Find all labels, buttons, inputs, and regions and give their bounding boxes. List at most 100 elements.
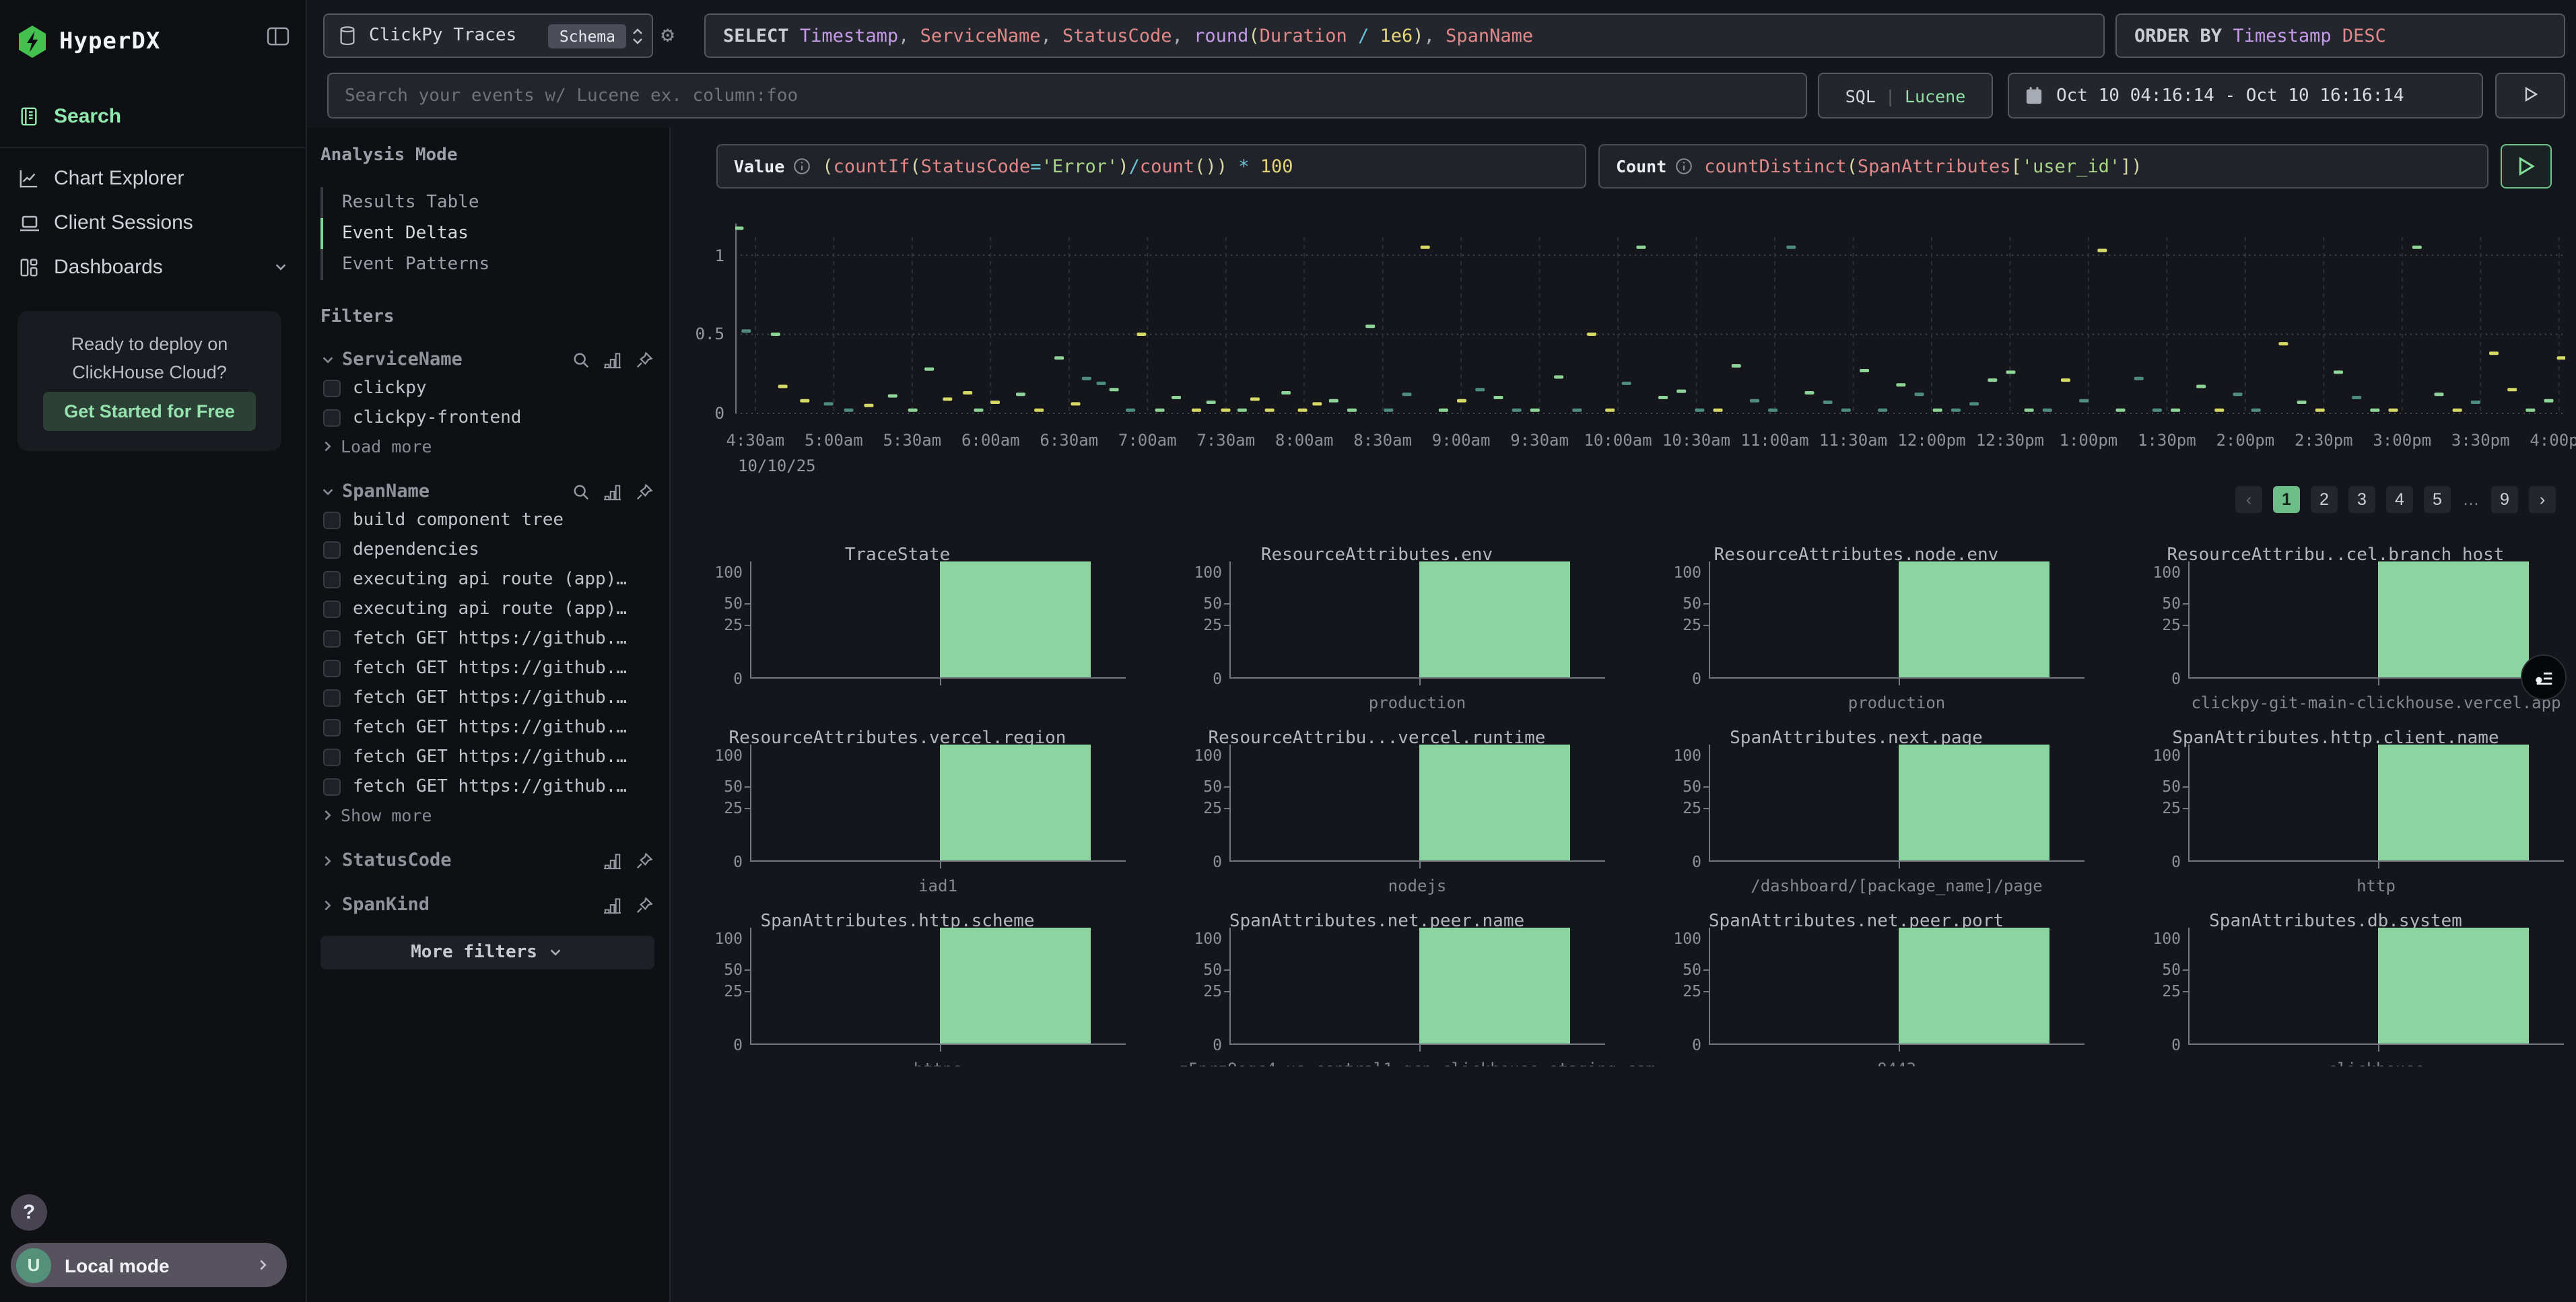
run-analysis-button[interactable] xyxy=(2501,144,2552,189)
filter-option[interactable]: executing api route (app)… xyxy=(323,564,653,594)
search-icon[interactable] xyxy=(572,351,590,368)
page-button-9[interactable]: 9 xyxy=(2491,486,2518,513)
filter-group-name: SpanKind xyxy=(342,894,430,916)
x-tick-mark xyxy=(939,860,941,868)
get-started-button[interactable]: Get Started for Free xyxy=(43,392,256,431)
filter-option[interactable]: fetch GET https://github.… xyxy=(323,742,653,772)
page-button-3[interactable]: 3 xyxy=(2348,486,2375,513)
bar[interactable] xyxy=(1898,561,2049,677)
value-expression-input[interactable]: Value (countIf(StatusCode='Error')/count… xyxy=(716,144,1586,189)
gear-icon[interactable]: ⚙ xyxy=(661,23,674,47)
y-tick-mark xyxy=(1223,992,1230,993)
filter-option[interactable]: clickpy xyxy=(323,373,653,403)
filter-option[interactable]: executing api route (app)… xyxy=(323,594,653,623)
filter-option[interactable]: fetch GET https://github.… xyxy=(323,683,653,712)
y-tick-label: 0 xyxy=(671,404,724,423)
checkbox[interactable] xyxy=(323,659,341,677)
more-filters-button[interactable]: More filters xyxy=(320,936,654,969)
y-tick-label: 100 xyxy=(689,747,743,763)
chart-settings-button[interactable] xyxy=(2521,654,2567,700)
histogram-icon[interactable] xyxy=(603,483,622,500)
bar[interactable] xyxy=(2377,561,2528,677)
bar[interactable] xyxy=(1419,745,1569,860)
order-by-input[interactable]: ORDER BY Timestamp DESC xyxy=(2115,13,2565,58)
page-button-1[interactable]: 1 xyxy=(2273,486,2300,513)
filter-option[interactable]: build component tree xyxy=(323,505,653,535)
sidebar-item-search[interactable]: Search xyxy=(0,94,307,139)
lucene-toggle[interactable]: Lucene xyxy=(1905,85,1965,106)
page-button-4[interactable]: 4 xyxy=(2386,486,2413,513)
bar[interactable] xyxy=(939,745,1090,860)
checkbox[interactable] xyxy=(323,379,341,397)
checkbox[interactable] xyxy=(323,778,341,795)
x-tick-label: 7:30am xyxy=(1183,431,1269,450)
filter-option[interactable]: fetch GET https://github.… xyxy=(323,712,653,742)
prev-page-button[interactable]: ‹ xyxy=(2235,486,2262,513)
bar[interactable] xyxy=(1419,561,1569,677)
local-mode-button[interactable]: U Local mode xyxy=(11,1243,287,1287)
bar[interactable] xyxy=(939,561,1090,677)
checkbox[interactable] xyxy=(323,570,341,588)
checkbox[interactable] xyxy=(323,718,341,736)
y-tick-label: 100 xyxy=(1168,563,1222,580)
bar[interactable] xyxy=(1419,928,1569,1043)
mode-results-table[interactable]: Results Table xyxy=(320,187,653,218)
histogram-icon[interactable] xyxy=(603,852,622,869)
load-more-button[interactable]: Load more xyxy=(320,432,653,460)
filter-group-header[interactable]: ServiceName xyxy=(320,346,653,373)
page-button-5[interactable]: 5 xyxy=(2424,486,2451,513)
filter-option[interactable]: fetch GET https://github.… xyxy=(323,653,653,683)
next-page-button[interactable]: › xyxy=(2529,486,2556,513)
x-tick-label: 3:00pm xyxy=(2359,431,2445,450)
checkbox[interactable] xyxy=(323,689,341,706)
run-query-button[interactable] xyxy=(2495,73,2565,118)
filter-option[interactable]: dependencies xyxy=(323,535,653,564)
filter-option[interactable]: fetch GET https://github.… xyxy=(323,772,653,801)
checkbox[interactable] xyxy=(323,409,341,426)
bar[interactable] xyxy=(1898,928,2049,1043)
language-toggle[interactable]: SQL | Lucene xyxy=(1818,73,1993,118)
sidebar-item-dashboards[interactable]: Dashboards xyxy=(0,245,307,289)
footer-label: Show more xyxy=(341,805,432,825)
page-ellipsis: … xyxy=(2462,486,2480,513)
sidebar-item-client-sessions[interactable]: Client Sessions xyxy=(0,201,307,245)
filter-group-header[interactable]: StatusCode xyxy=(320,847,653,874)
page-button-2[interactable]: 2 xyxy=(2311,486,2338,513)
histogram-icon[interactable] xyxy=(603,896,622,914)
filter-group-header[interactable]: SpanKind xyxy=(320,891,653,918)
checkbox[interactable] xyxy=(323,600,341,617)
mode-event-patterns[interactable]: Event Patterns xyxy=(320,249,653,280)
date-range-picker[interactable]: Oct 10 04:16:14 - Oct 10 16:16:14 xyxy=(2008,73,2483,118)
bar[interactable] xyxy=(2377,928,2528,1043)
pin-icon[interactable] xyxy=(636,483,653,500)
filter-option-label: fetch GET https://github.… xyxy=(353,776,627,796)
show-more-button[interactable]: Show more xyxy=(320,801,653,829)
pin-icon[interactable] xyxy=(636,896,653,914)
x-tick-mark xyxy=(1898,860,1899,868)
collapse-sidebar-icon[interactable] xyxy=(267,27,290,46)
y-tick-mark xyxy=(1703,786,1709,788)
checkbox[interactable] xyxy=(323,748,341,765)
filter-option[interactable]: fetch GET https://github.… xyxy=(323,623,653,653)
mode-event-deltas[interactable]: Event Deltas xyxy=(320,218,653,249)
bar[interactable] xyxy=(939,928,1090,1043)
help-button[interactable]: ? xyxy=(11,1194,47,1231)
checkbox[interactable] xyxy=(323,629,341,647)
histogram-icon[interactable] xyxy=(603,351,622,368)
sql-toggle[interactable]: SQL xyxy=(1845,85,1876,106)
sidebar-item-chart-explorer[interactable]: Chart Explorer xyxy=(0,156,307,201)
pin-icon[interactable] xyxy=(636,852,653,869)
source-selector[interactable]: ClickPy Traces Schema xyxy=(323,13,653,58)
search-input[interactable] xyxy=(329,84,1806,107)
count-expression-input[interactable]: Count countDistinct(SpanAttributes['user… xyxy=(1598,144,2488,189)
bar[interactable] xyxy=(2377,745,2528,860)
filter-option[interactable]: clickpy-frontend xyxy=(323,403,653,432)
event-deltas-chart xyxy=(735,215,2565,415)
search-icon[interactable] xyxy=(572,483,590,500)
checkbox[interactable] xyxy=(323,511,341,528)
select-query-input[interactable]: SELECT Timestamp, ServiceName, StatusCod… xyxy=(704,13,2105,58)
pin-icon[interactable] xyxy=(636,351,653,368)
bar[interactable] xyxy=(1898,745,2049,860)
checkbox[interactable] xyxy=(323,541,341,558)
filter-group-header[interactable]: SpanName xyxy=(320,478,653,505)
